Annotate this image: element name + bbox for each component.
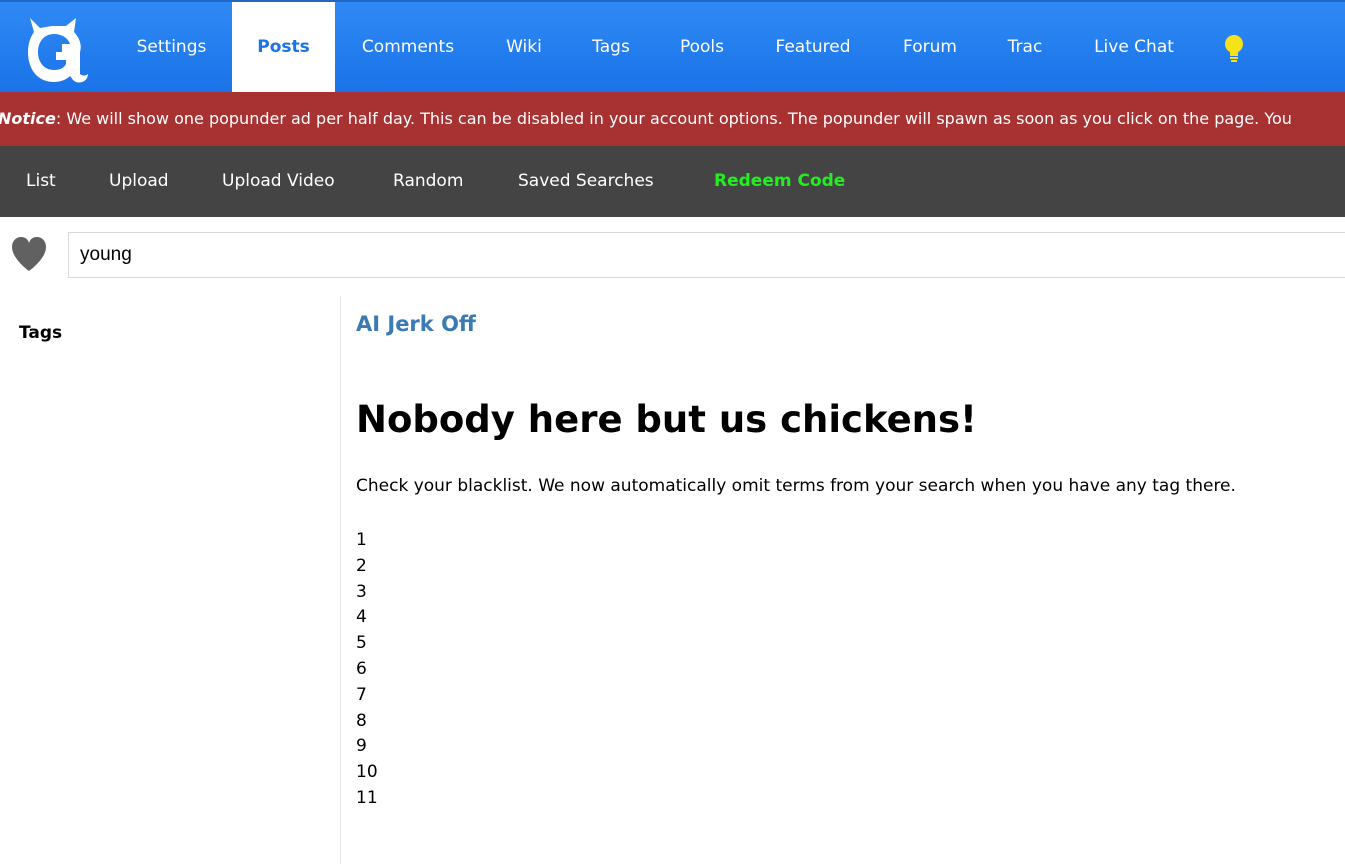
- page-link[interactable]: 3: [356, 580, 378, 606]
- site-logo-icon[interactable]: [22, 12, 90, 84]
- page: Settings Posts Comments Wiki Tags Pools …: [0, 0, 1345, 864]
- page-link[interactable]: 4: [356, 605, 378, 631]
- tab-trac[interactable]: Trac: [994, 2, 1056, 92]
- top-nav: Settings Posts Comments Wiki Tags Pools …: [0, 0, 1345, 92]
- subnav-upload-video[interactable]: Upload Video: [222, 171, 335, 191]
- subnav-saved-searches[interactable]: Saved Searches: [518, 171, 654, 191]
- tab-wiki[interactable]: Wiki: [491, 2, 557, 92]
- tab-live-chat[interactable]: Live Chat: [1078, 2, 1190, 92]
- page-link[interactable]: 2: [356, 554, 378, 580]
- empty-results-heading: Nobody here but us chickens!: [356, 398, 977, 441]
- sidebar-divider: [340, 296, 341, 864]
- tab-featured[interactable]: Featured: [760, 2, 866, 92]
- notice-banner: Notice: We will show one popunder ad per…: [0, 92, 1345, 146]
- page-link[interactable]: 7: [356, 683, 378, 709]
- notice-text-line: Notice: We will show one popunder ad per…: [0, 109, 1292, 128]
- ad-link[interactable]: AI Jerk Off: [356, 312, 476, 336]
- tab-pools[interactable]: Pools: [663, 2, 741, 92]
- sidebar-tags-heading: Tags: [19, 323, 63, 343]
- page-link[interactable]: 11: [356, 786, 378, 812]
- tab-posts[interactable]: Posts: [232, 2, 335, 92]
- notice-label: Notice: [0, 109, 56, 128]
- lightbulb-icon[interactable]: [1222, 34, 1246, 62]
- blacklist-message: Check your blacklist. We now automatical…: [356, 476, 1236, 496]
- subnav-random[interactable]: Random: [393, 171, 463, 191]
- heart-icon[interactable]: [10, 236, 48, 272]
- subnav-list[interactable]: List: [26, 171, 56, 191]
- sub-nav: List Upload Upload Video Random Saved Se…: [0, 146, 1345, 217]
- page-link[interactable]: 10: [356, 760, 378, 786]
- subnav-upload[interactable]: Upload: [109, 171, 169, 191]
- tab-tags[interactable]: Tags: [575, 2, 647, 92]
- tab-comments[interactable]: Comments: [345, 2, 471, 92]
- tab-settings[interactable]: Settings: [112, 2, 231, 92]
- tab-forum[interactable]: Forum: [887, 2, 973, 92]
- page-link[interactable]: 5: [356, 631, 378, 657]
- subnav-redeem-code[interactable]: Redeem Code: [714, 171, 845, 191]
- pagination: 1 2 3 4 5 6 7 8 9 10 11: [356, 528, 378, 812]
- search-input[interactable]: [68, 232, 1345, 278]
- page-link[interactable]: 6: [356, 657, 378, 683]
- page-link[interactable]: 1: [356, 528, 378, 554]
- page-link[interactable]: 9: [356, 734, 378, 760]
- notice-message: : We will show one popunder ad per half …: [55, 109, 1292, 128]
- page-link[interactable]: 8: [356, 709, 378, 735]
